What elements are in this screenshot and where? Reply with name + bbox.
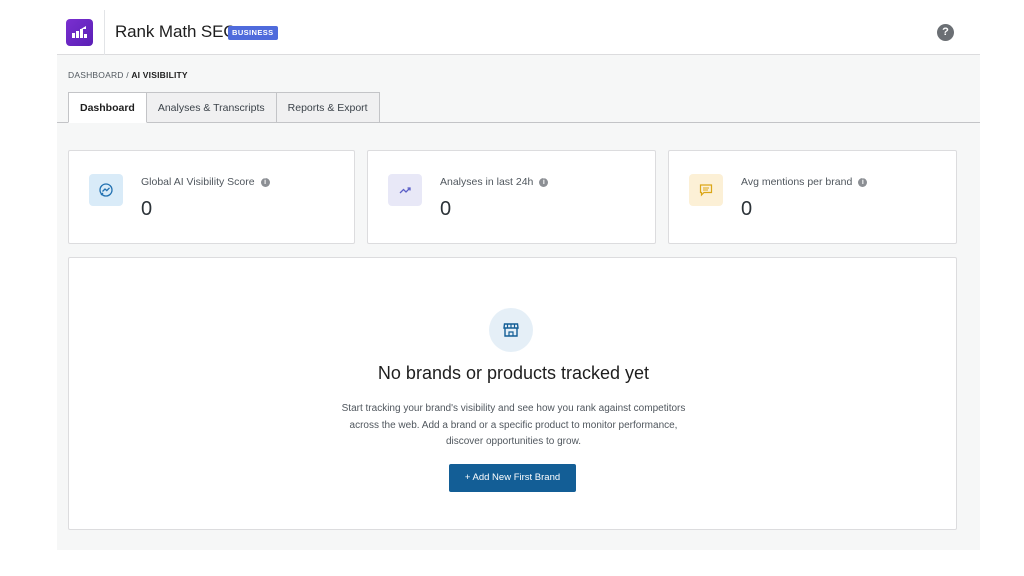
- trend-up-icon: [388, 174, 422, 206]
- plan-badge: BUSINESS: [228, 26, 278, 40]
- info-icon[interactable]: i: [539, 178, 549, 187]
- tab-analyses-transcripts[interactable]: Analyses & Transcripts: [146, 92, 277, 123]
- breadcrumb-current: AI VISIBILITY: [131, 70, 188, 80]
- stat-label: Global AI Visibility Score i: [141, 176, 270, 188]
- empty-state-description: Start tracking your brand's visibility a…: [316, 401, 711, 451]
- stat-label: Avg mentions per brand i: [741, 176, 868, 188]
- storefront-icon: [489, 308, 533, 352]
- header-divider: [104, 10, 105, 55]
- tab-dashboard[interactable]: Dashboard: [68, 92, 147, 123]
- tab-bar: Dashboard Analyses & Transcripts Reports…: [68, 92, 380, 123]
- info-icon[interactable]: i: [260, 178, 270, 187]
- stat-label-text: Avg mentions per brand: [741, 176, 853, 188]
- stat-label-text: Global AI Visibility Score: [141, 176, 255, 188]
- breadcrumb-separator: /: [126, 70, 129, 80]
- stat-card-analyses-24h: Analyses in last 24h i 0: [367, 150, 656, 244]
- description-line: across the web. Add a brand or a specifi…: [349, 419, 678, 431]
- info-icon[interactable]: i: [858, 178, 868, 187]
- help-icon[interactable]: ?: [937, 24, 954, 41]
- empty-state-panel: No brands or products tracked yet Start …: [68, 257, 957, 530]
- top-header: Rank Math SEO BUSINESS ?: [57, 10, 980, 55]
- description-line: discover opportunities to grow.: [445, 436, 582, 447]
- stat-label-text: Analyses in last 24h: [440, 176, 534, 188]
- breadcrumb: DASHBOARD / AI VISIBILITY: [68, 70, 188, 80]
- stat-card-visibility-score: Global AI Visibility Score i 0: [68, 150, 355, 244]
- stat-value: 0: [440, 198, 452, 220]
- stat-value: 0: [141, 198, 153, 220]
- empty-state-title: No brands or products tracked yet: [377, 363, 650, 383]
- rank-math-logo-icon[interactable]: [66, 19, 93, 46]
- stat-card-avg-mentions: Avg mentions per brand i 0: [668, 150, 957, 244]
- app-title: Rank Math SEO: [115, 22, 237, 41]
- visibility-chart-icon: [89, 174, 123, 206]
- tab-reports-export[interactable]: Reports & Export: [276, 92, 380, 123]
- stat-value: 0: [741, 198, 753, 220]
- stat-label: Analyses in last 24h i: [440, 176, 549, 188]
- app-frame: Rank Math SEO BUSINESS ? DASHBOARD / AI …: [57, 10, 980, 550]
- description-line: Start tracking your brand's visibility a…: [341, 403, 686, 414]
- breadcrumb-root[interactable]: DASHBOARD: [68, 70, 124, 80]
- chat-message-icon: [689, 174, 723, 206]
- add-new-first-brand-button[interactable]: + Add New First Brand: [449, 464, 576, 492]
